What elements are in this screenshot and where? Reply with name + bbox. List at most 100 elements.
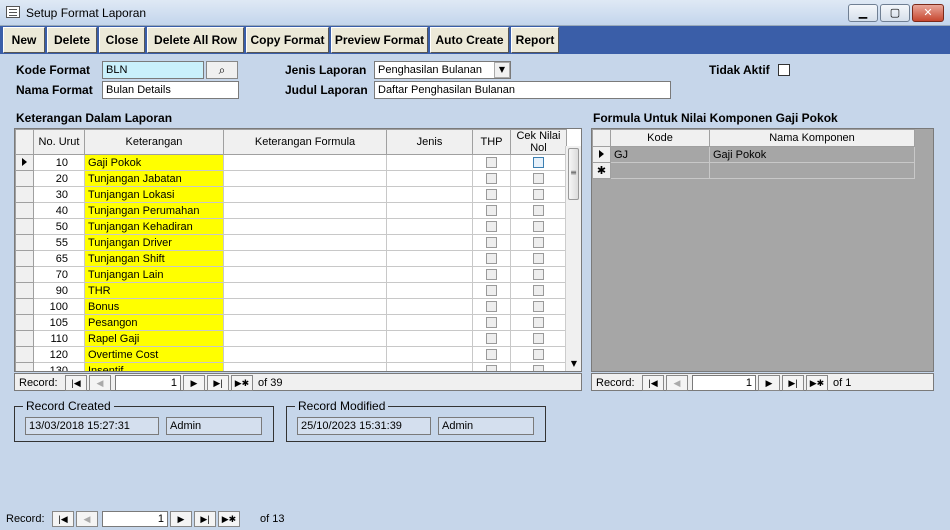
nama-komponen-cell[interactable]: Gaji Pokok (709, 146, 915, 163)
jenis-cell[interactable] (386, 202, 473, 219)
record-number-input[interactable]: 1 (692, 375, 756, 391)
keterangan-cell[interactable]: Tunjangan Perumahan (84, 202, 224, 219)
no-urut-cell[interactable]: 105 (33, 314, 85, 331)
toolbar-button-delete[interactable]: Delete (47, 27, 97, 53)
keterangan-formula-cell[interactable] (223, 282, 387, 299)
keterangan-formula-cell[interactable] (223, 362, 387, 371)
table-row[interactable]: 40 Tunjangan Perumahan (15, 202, 567, 219)
keterangan-cell[interactable]: THR (84, 282, 224, 299)
cek-nilai-nol-checkbox[interactable] (533, 349, 544, 361)
prev-record-button[interactable]: ◀ (76, 511, 98, 527)
row-selector[interactable] (15, 170, 34, 187)
keterangan-cell[interactable]: Tunjangan Jabatan (84, 170, 224, 187)
table-row[interactable]: 10 Gaji Pokok (15, 154, 567, 171)
table-row[interactable]: 65 Tunjangan Shift (15, 250, 567, 267)
table-row[interactable]: 50 Tunjangan Kehadiran (15, 218, 567, 235)
table-row[interactable]: 30 Tunjangan Lokasi (15, 186, 567, 203)
keterangan-cell[interactable]: Bonus (84, 298, 224, 315)
keterangan-formula-cell[interactable] (223, 346, 387, 363)
keterangan-cell[interactable]: Tunjangan Lokasi (84, 186, 224, 203)
cek-nilai-nol-checkbox[interactable] (533, 205, 544, 217)
column-header[interactable] (592, 129, 611, 147)
table-row[interactable]: 100 Bonus (15, 298, 567, 315)
cek-nilai-nol-checkbox[interactable] (533, 157, 544, 169)
table-row[interactable]: 120 Overtime Cost (15, 346, 567, 363)
jenis-cell[interactable] (386, 330, 473, 347)
thp-checkbox[interactable] (486, 237, 497, 249)
jenis-cell[interactable] (386, 314, 473, 331)
keterangan-cell[interactable]: Tunjangan Lain (84, 266, 224, 283)
table-row[interactable]: 20 Tunjangan Jabatan (15, 170, 567, 187)
cek-nilai-nol-checkbox[interactable] (533, 317, 544, 329)
keterangan-cell[interactable]: Tunjangan Shift (84, 250, 224, 267)
row-selector[interactable] (15, 202, 34, 219)
no-urut-cell[interactable]: 90 (33, 282, 85, 299)
thp-checkbox[interactable] (486, 189, 497, 201)
record-number-input[interactable]: 1 (102, 511, 168, 527)
keterangan-cell[interactable]: Overtime Cost (84, 346, 224, 363)
no-urut-cell[interactable]: 30 (33, 186, 85, 203)
thp-checkbox[interactable] (486, 269, 497, 281)
toolbar-button-close[interactable]: Close (99, 27, 145, 53)
keterangan-formula-cell[interactable] (223, 170, 387, 187)
cek-nilai-nol-checkbox[interactable] (533, 253, 544, 265)
kode-cell[interactable] (610, 162, 710, 179)
new-record-button[interactable]: ▶✱ (218, 511, 240, 527)
keterangan-cell[interactable]: Gaji Pokok (84, 154, 224, 171)
column-header[interactable]: THP (472, 129, 511, 155)
column-header[interactable]: Nama Komponen (709, 129, 915, 147)
kode-cell[interactable]: GJ (610, 146, 710, 163)
jenis-cell[interactable] (386, 362, 473, 371)
no-urut-cell[interactable]: 130 (33, 362, 85, 371)
thp-checkbox[interactable] (486, 365, 497, 371)
thp-checkbox[interactable] (486, 301, 497, 313)
thp-checkbox[interactable] (486, 349, 497, 361)
keterangan-formula-cell[interactable] (223, 298, 387, 315)
next-record-button[interactable]: ▶ (758, 375, 780, 391)
toolbar-button-new[interactable]: New (3, 27, 45, 53)
next-record-button[interactable]: ▶ (183, 375, 205, 391)
minimize-button[interactable]: ▁ (848, 4, 878, 22)
first-record-button[interactable]: |◀ (642, 375, 664, 391)
jenis-cell[interactable] (386, 346, 473, 363)
keterangan-formula-cell[interactable] (223, 234, 387, 251)
row-selector[interactable] (15, 346, 34, 363)
jenis-cell[interactable] (386, 282, 473, 299)
cek-nilai-nol-checkbox[interactable] (533, 269, 544, 281)
new-record-button[interactable]: ▶✱ (231, 375, 253, 391)
keterangan-cell[interactable]: Tunjangan Kehadiran (84, 218, 224, 235)
kode-format-input[interactable]: BLN (102, 61, 204, 79)
row-selector[interactable] (15, 250, 34, 267)
tidak-aktif-checkbox[interactable] (778, 64, 790, 76)
jenis-cell[interactable] (386, 266, 473, 283)
toolbar-button-copy-format[interactable]: Copy Format (246, 27, 329, 53)
column-header[interactable]: Kode (610, 129, 710, 147)
thp-checkbox[interactable] (486, 253, 497, 265)
row-selector[interactable] (15, 282, 34, 299)
keterangan-formula-cell[interactable] (223, 266, 387, 283)
column-header[interactable]: No. Urut (33, 129, 85, 155)
keterangan-cell[interactable]: Insentif (84, 362, 224, 371)
vertical-scrollbar[interactable]: ≡ ▼ (565, 146, 581, 371)
cek-nilai-nol-checkbox[interactable] (533, 301, 544, 313)
jenis-cell[interactable] (386, 218, 473, 235)
thp-checkbox[interactable] (486, 317, 497, 329)
next-record-button[interactable]: ▶ (170, 511, 192, 527)
column-header[interactable]: Jenis (386, 129, 473, 155)
scrollbar-thumb[interactable]: ≡ (568, 148, 579, 200)
toolbar-button-report[interactable]: Report (511, 27, 559, 53)
thp-checkbox[interactable] (486, 333, 497, 345)
new-row[interactable]: ✱ (592, 162, 915, 179)
toolbar-button-auto-create[interactable]: Auto Create (430, 27, 509, 53)
nama-format-input[interactable]: Bulan Details (102, 81, 239, 99)
cek-nilai-nol-checkbox[interactable] (533, 221, 544, 233)
table-row[interactable]: 105 Pesangon (15, 314, 567, 331)
cek-nilai-nol-checkbox[interactable] (533, 173, 544, 185)
jenis-cell[interactable] (386, 170, 473, 187)
column-header[interactable]: Cek Nilai Nol (510, 129, 567, 155)
column-header[interactable] (15, 129, 34, 155)
cek-nilai-nol-checkbox[interactable] (533, 285, 544, 297)
maximize-button[interactable]: ▢ (880, 4, 910, 22)
jenis-cell[interactable] (386, 250, 473, 267)
row-selector[interactable] (15, 186, 34, 203)
